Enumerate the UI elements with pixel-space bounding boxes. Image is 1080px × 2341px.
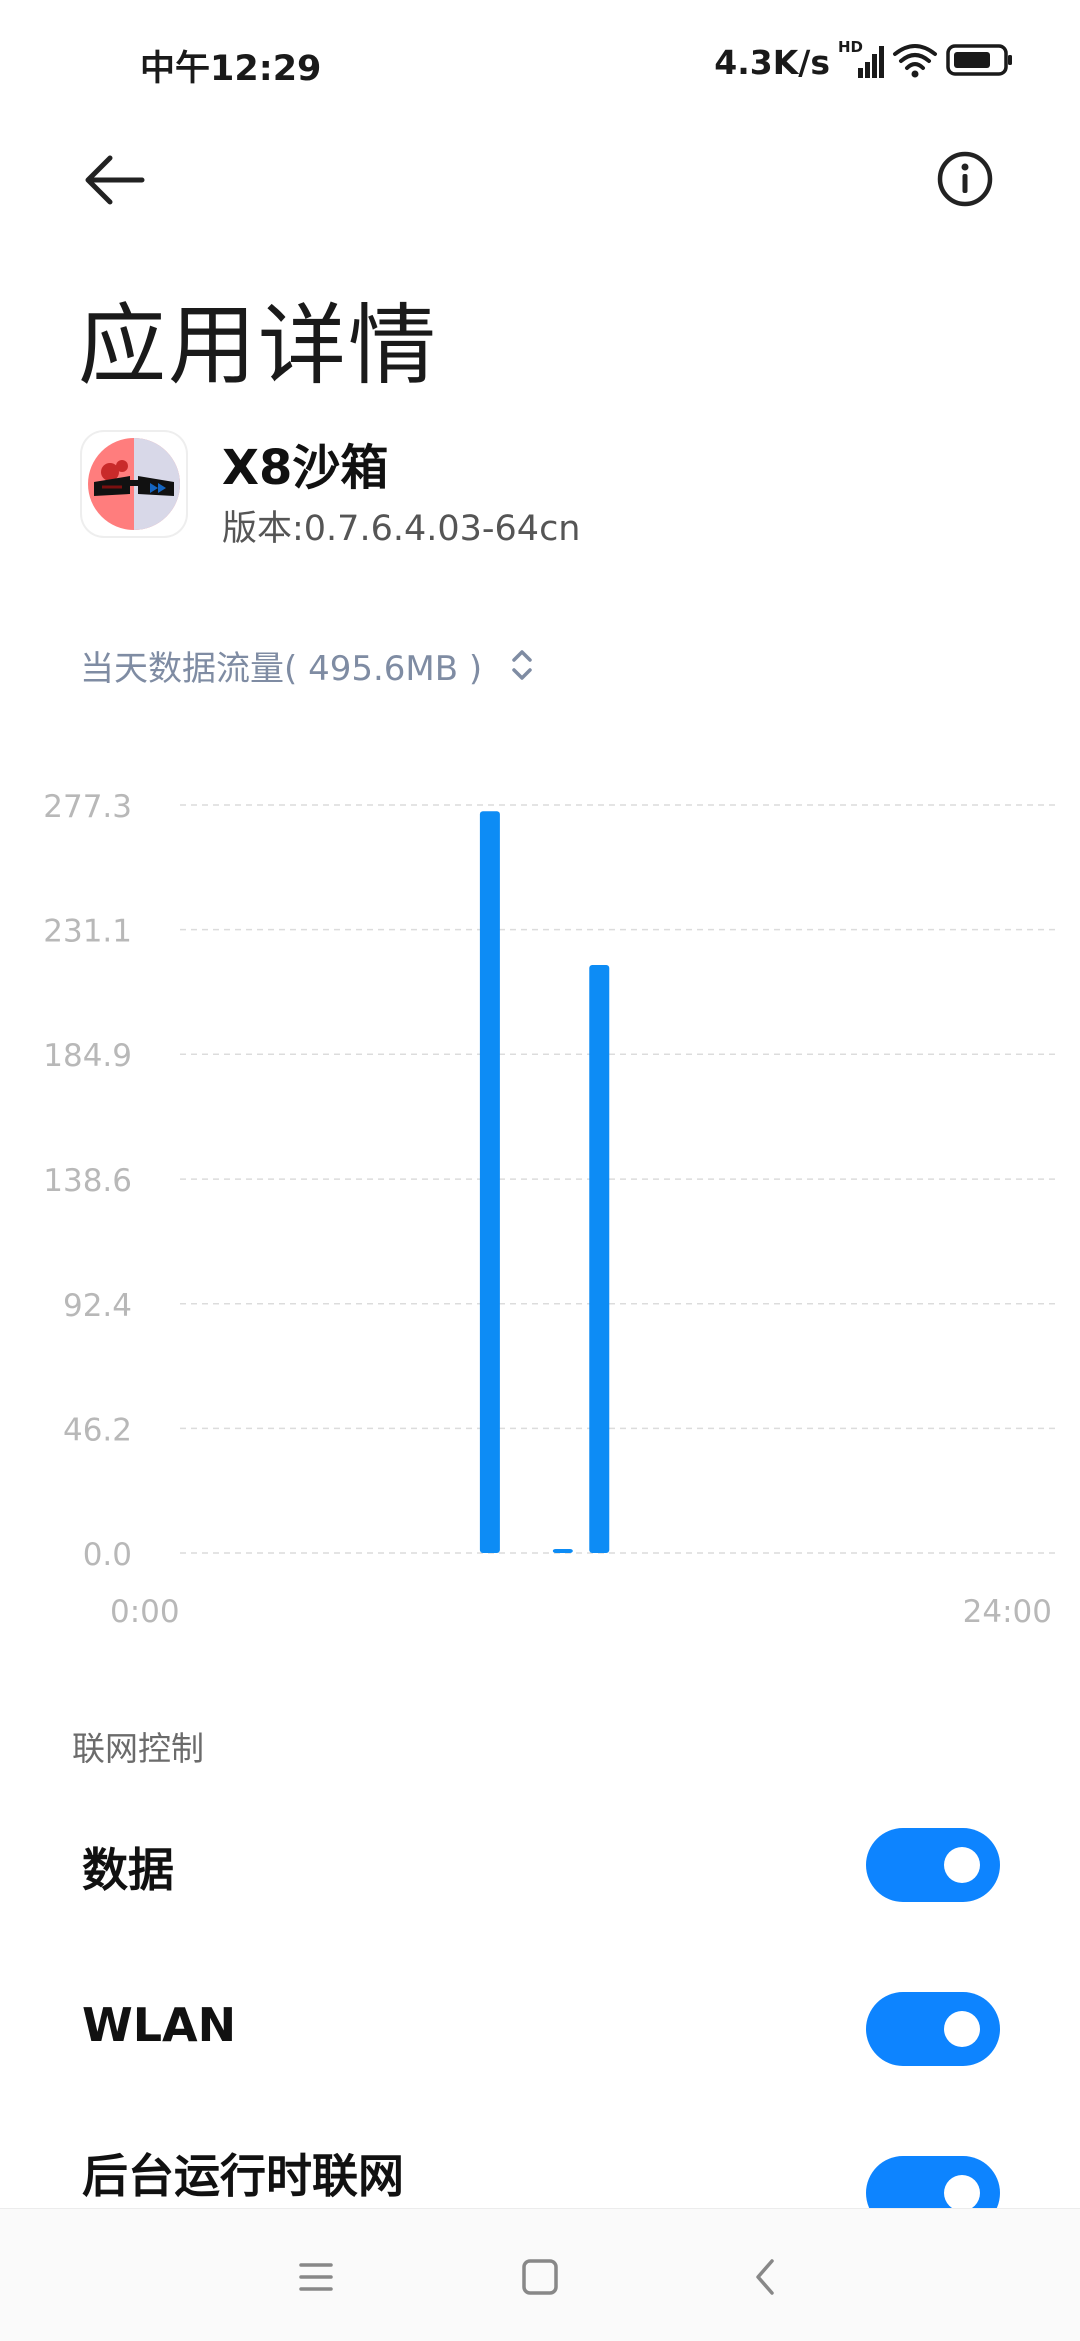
chart-bar (589, 964, 610, 1553)
traffic-period-selector[interactable]: 当天数据流量( 495.6MB ) (80, 640, 534, 690)
status-bar: 中午12:29 4.3K/s HD (0, 0, 1080, 124)
back-button[interactable] (78, 150, 152, 210)
y-tick-label: 138.6 (43, 1163, 132, 1199)
app-name: X8沙箱 (222, 440, 389, 496)
setting-label-data: 数据 (82, 1843, 174, 1897)
y-tick-label: 184.9 (43, 1038, 132, 1074)
setting-row-wlan[interactable]: WLAN (0, 1962, 1080, 2102)
y-tick-label: 92.4 (63, 1288, 132, 1324)
x-tick-label: 24:00 (963, 1594, 1052, 1630)
page-title: 应用详情 (78, 294, 439, 397)
setting-label-background: 后台运行时联网 (82, 2149, 404, 2203)
status-time: 中午12:29 (140, 49, 322, 89)
network-control-section-title: 联网控制 (72, 1729, 204, 1768)
home-button[interactable] (510, 2247, 570, 2307)
toggle-knob (944, 1847, 980, 1883)
traffic-label: 当天数据流量( 495.6MB ) (80, 648, 483, 689)
menu-icon (299, 2263, 333, 2291)
info-button[interactable] (936, 150, 994, 208)
toggle-knob (944, 2011, 980, 2047)
up-down-chevron-icon (512, 650, 532, 680)
y-tick-label: 0.0 (83, 1537, 132, 1573)
usage-chart: 277.3 231.1 184.9 138.6 92.4 46.2 0.0 0:00 24:00 (43, 789, 1055, 1630)
signal-icon: HD (838, 38, 884, 82)
wlan-toggle[interactable] (866, 1992, 1000, 2066)
traffic-value: 495.6MB (308, 648, 459, 689)
toggle-knob (944, 2175, 980, 2211)
network-speed: 4.3K/s (714, 42, 830, 82)
wifi-icon (892, 40, 938, 84)
setting-label-wlan: WLAN (82, 1998, 237, 2052)
app-icon (82, 432, 186, 536)
hd-label: HD (838, 38, 864, 56)
app-version: 版本:0.7.6.4.03-64cn (222, 509, 581, 549)
y-tick-label: 277.3 (43, 789, 132, 825)
chart-bar (479, 811, 500, 1553)
back-icon (756, 2259, 774, 2295)
setting-row-data[interactable]: 数据 (0, 1798, 1080, 1938)
recent-apps-button[interactable] (286, 2247, 346, 2307)
back-arrow-icon (85, 155, 145, 205)
navigation-bar (0, 2208, 1080, 2341)
chart-bar (552, 1548, 573, 1553)
status-indicators: 4.3K/s HD (714, 38, 1014, 84)
info-icon (937, 151, 993, 207)
home-icon (522, 2259, 558, 2295)
y-tick-label: 231.1 (43, 914, 132, 950)
x-tick-label: 0:00 (110, 1594, 180, 1630)
battery-icon (946, 42, 1014, 82)
nav-back-button[interactable] (736, 2247, 796, 2307)
data-toggle[interactable] (866, 1828, 1000, 1902)
y-tick-label: 46.2 (63, 1412, 132, 1448)
